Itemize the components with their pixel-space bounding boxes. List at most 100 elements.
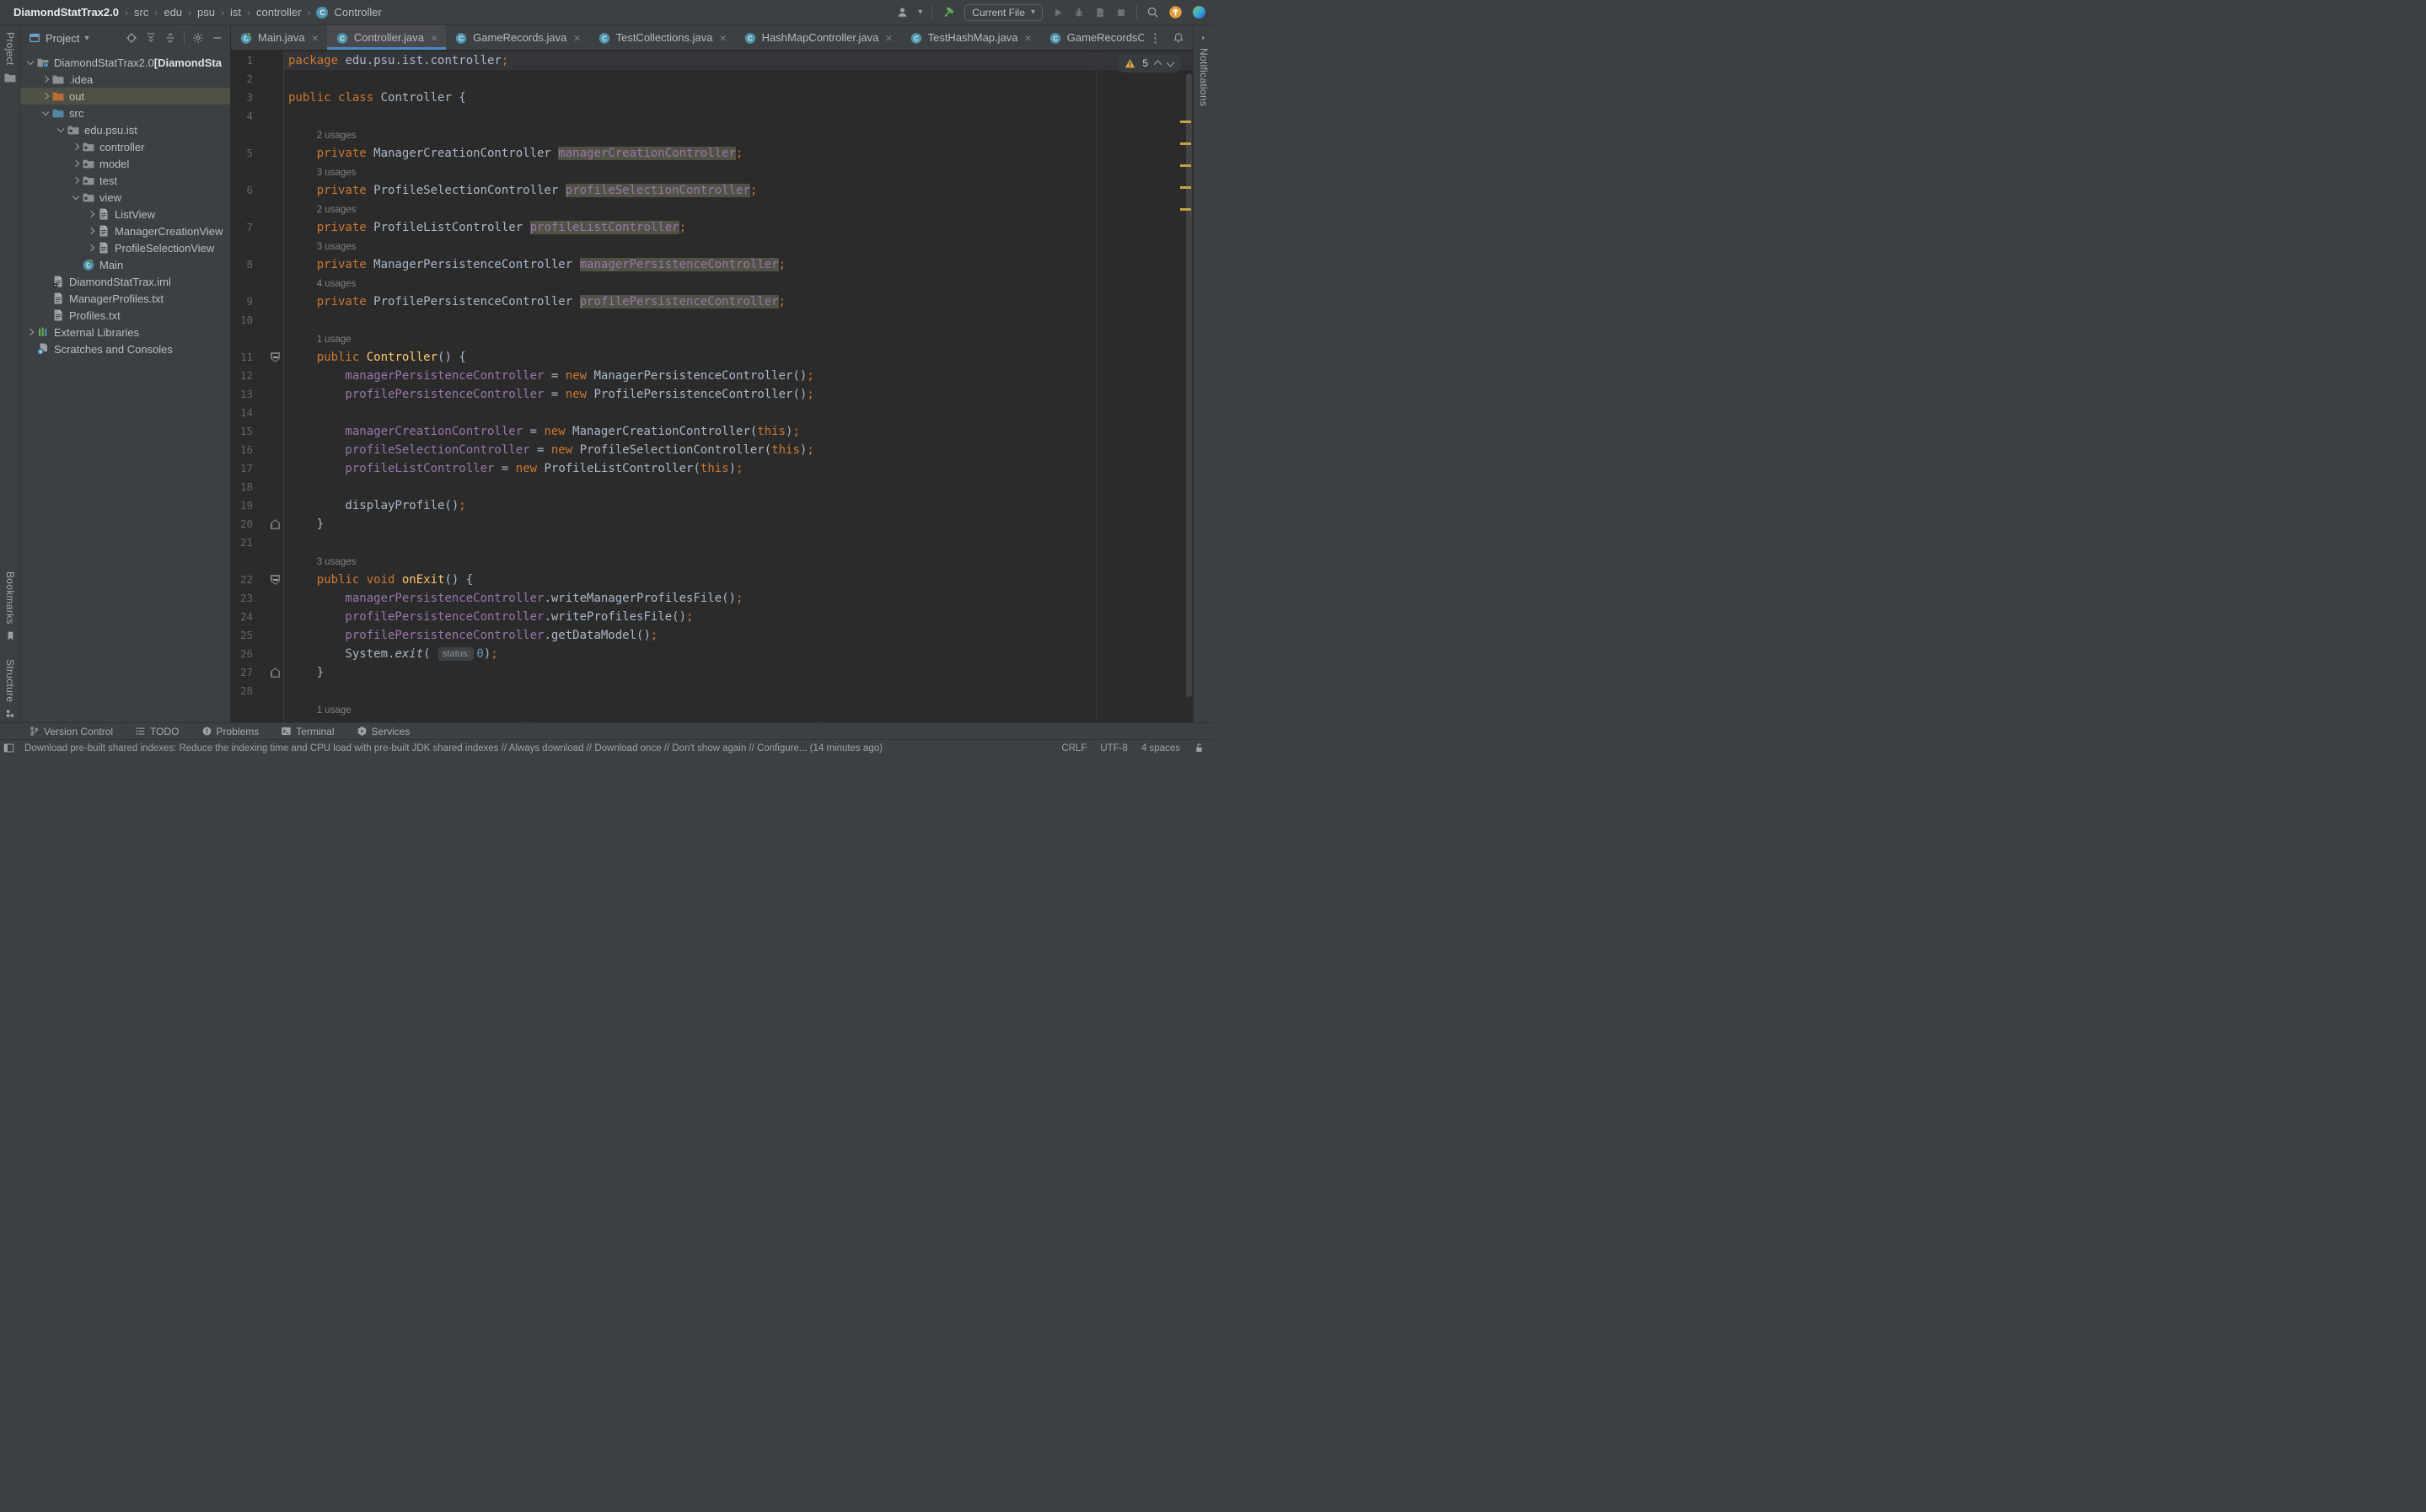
chevron-down-icon[interactable] bbox=[71, 196, 80, 199]
usages-hint[interactable]: 4 usages bbox=[317, 279, 357, 289]
status-item[interactable]: 4 spaces bbox=[1141, 743, 1180, 753]
tree-item-profileselectionview[interactable]: ProfileSelectionView bbox=[20, 239, 230, 256]
run-button[interactable] bbox=[1052, 7, 1064, 19]
usages-hint[interactable]: 1 usage bbox=[317, 705, 352, 716]
close-icon[interactable]: × bbox=[573, 31, 580, 45]
stripe-project-button[interactable]: Project bbox=[0, 32, 20, 84]
next-problem-icon[interactable] bbox=[1167, 58, 1175, 67]
code-text[interactable]: profilePersistenceController.writeProfil… bbox=[283, 608, 1193, 626]
code-text[interactable] bbox=[283, 478, 1193, 496]
code-text[interactable] bbox=[283, 311, 1193, 330]
line-number[interactable]: 29 bbox=[231, 719, 253, 722]
code-text[interactable]: displayProfile(); bbox=[283, 496, 1193, 515]
close-icon[interactable]: × bbox=[719, 31, 726, 45]
close-icon[interactable]: × bbox=[1025, 31, 1032, 45]
line-number[interactable]: 14 bbox=[231, 404, 253, 422]
code-text[interactable]: } bbox=[283, 663, 1193, 682]
code-text[interactable]: public class Controller { bbox=[283, 88, 1193, 107]
line-number[interactable]: 15 bbox=[231, 422, 253, 441]
status-message[interactable]: Download pre-built shared indexes: Reduc… bbox=[24, 743, 1051, 753]
inlay-usages[interactable]: 4 usages bbox=[283, 274, 1193, 292]
tree-item-test[interactable]: test bbox=[20, 172, 230, 189]
fold-collapse-icon[interactable] bbox=[271, 575, 280, 585]
usages-hint[interactable]: 2 usages bbox=[317, 131, 357, 141]
line-number[interactable]: 20 bbox=[231, 515, 253, 533]
fold-end-icon[interactable] bbox=[271, 519, 280, 529]
toolwindow-terminal[interactable]: Terminal bbox=[281, 726, 334, 737]
tree-item-diamondstattrax2-0[interactable]: DiamondStatTrax2.0 [DiamondSta bbox=[20, 54, 230, 71]
tree-item-controller[interactable]: controller bbox=[20, 138, 230, 155]
warning-stripe-mark[interactable] bbox=[1180, 208, 1191, 211]
line-number[interactable] bbox=[231, 200, 253, 218]
editor-scrollbar[interactable] bbox=[1186, 73, 1192, 697]
user-dropdown-arrow[interactable]: ▾ bbox=[918, 8, 922, 17]
code-text[interactable]: public void displayProfile() { profileSe… bbox=[283, 719, 1193, 722]
line-number[interactable]: 28 bbox=[231, 682, 253, 700]
breadcrumb-item[interactable]: edu bbox=[164, 6, 182, 19]
line-number[interactable]: 24 bbox=[231, 608, 253, 626]
hide-panel-icon[interactable] bbox=[212, 32, 223, 44]
code-text[interactable]: profilePersistenceController.getDataMode… bbox=[283, 626, 1193, 645]
breadcrumb-item[interactable]: controller bbox=[256, 6, 301, 19]
close-icon[interactable]: × bbox=[885, 31, 892, 45]
breadcrumb-item[interactable]: src bbox=[134, 6, 148, 19]
code-text[interactable]: private ManagerPersistenceController man… bbox=[283, 255, 1193, 274]
code-text[interactable]: managerPersistenceController = new Manag… bbox=[283, 367, 1193, 385]
code-text[interactable]: System.exit( status:0); bbox=[283, 645, 1193, 663]
warning-stripe-mark[interactable] bbox=[1180, 164, 1191, 167]
line-number[interactable]: 4 bbox=[231, 107, 253, 126]
line-number[interactable] bbox=[231, 237, 253, 255]
line-number[interactable] bbox=[231, 274, 253, 292]
search-icon[interactable] bbox=[1146, 6, 1159, 19]
line-number[interactable]: 23 bbox=[231, 589, 253, 608]
breadcrumb-item[interactable]: Controller bbox=[334, 6, 381, 19]
chevron-down-icon[interactable] bbox=[40, 111, 50, 115]
tree-item-src[interactable]: src bbox=[20, 105, 230, 121]
ide-gradient-icon[interactable] bbox=[1192, 5, 1206, 19]
line-number[interactable] bbox=[231, 163, 253, 181]
code-text[interactable] bbox=[283, 70, 1193, 88]
line-number[interactable]: 3 bbox=[231, 88, 253, 107]
inlay-usages[interactable]: 3 usages bbox=[283, 552, 1193, 571]
run-coverage-button[interactable] bbox=[1094, 7, 1106, 19]
tree-item-external-libraries[interactable]: External Libraries bbox=[20, 324, 230, 340]
breadcrumb-item[interactable]: DiamondStatTrax2.0 bbox=[13, 6, 119, 19]
code-text[interactable]: public Controller() { bbox=[283, 348, 1193, 367]
stripe-notifications-button[interactable]: Notifications bbox=[1194, 34, 1214, 106]
code-text[interactable]: package edu.psu.ist.controller; bbox=[283, 51, 1193, 70]
user-icon[interactable] bbox=[896, 6, 909, 19]
code-text[interactable]: profileSelectionController = new Profile… bbox=[283, 441, 1193, 459]
locate-file-icon[interactable] bbox=[126, 32, 137, 44]
run-configuration-selector[interactable]: Current File ▾ bbox=[964, 4, 1043, 21]
chevron-right-icon[interactable] bbox=[40, 94, 50, 99]
project-panel-title[interactable]: Project bbox=[46, 32, 79, 45]
code-text[interactable]: profileListController = new ProfileListC… bbox=[283, 459, 1193, 478]
code-text[interactable]: public void onExit() { bbox=[283, 571, 1193, 589]
tab-controller-java[interactable]: CController.java× bbox=[327, 25, 446, 50]
code-text[interactable]: private ProfilePersistenceController pro… bbox=[283, 292, 1193, 311]
line-number[interactable]: 9 bbox=[231, 292, 253, 311]
tree-item-main[interactable]: CMain bbox=[20, 256, 230, 273]
line-number[interactable]: 19 bbox=[231, 496, 253, 515]
code-text[interactable]: managerPersistenceController.writeManage… bbox=[283, 589, 1193, 608]
line-number[interactable]: 10 bbox=[231, 311, 253, 330]
more-options-icon[interactable]: ⋮ bbox=[1149, 30, 1162, 46]
code-text[interactable]: private ManagerCreationController manage… bbox=[283, 144, 1193, 163]
chevron-right-icon[interactable] bbox=[71, 144, 80, 149]
line-number[interactable] bbox=[231, 552, 253, 571]
chevron-down-icon[interactable]: ▾ bbox=[84, 34, 89, 43]
breadcrumb-item[interactable]: ist bbox=[230, 6, 241, 19]
usages-hint[interactable]: 3 usages bbox=[317, 168, 357, 178]
build-hammer-icon[interactable] bbox=[942, 6, 955, 19]
code-text[interactable] bbox=[283, 682, 1193, 700]
expand-all-icon[interactable] bbox=[145, 32, 157, 44]
tab-testcollections-java[interactable]: CTestCollections.java× bbox=[589, 25, 735, 50]
usages-hint[interactable]: 3 usages bbox=[317, 242, 357, 252]
toolwindow-version-control[interactable]: Version Control bbox=[29, 726, 113, 737]
line-number[interactable]: 1 bbox=[231, 51, 253, 70]
code-text[interactable]: managerCreationController = new ManagerC… bbox=[283, 422, 1193, 441]
chevron-down-icon[interactable] bbox=[25, 61, 35, 64]
close-icon[interactable]: × bbox=[431, 31, 437, 45]
tab-hashmapcontroller-java[interactable]: CHashMapController.java× bbox=[735, 25, 901, 50]
tab-testhashmap-java[interactable]: CTestHashMap.java× bbox=[901, 25, 1040, 50]
